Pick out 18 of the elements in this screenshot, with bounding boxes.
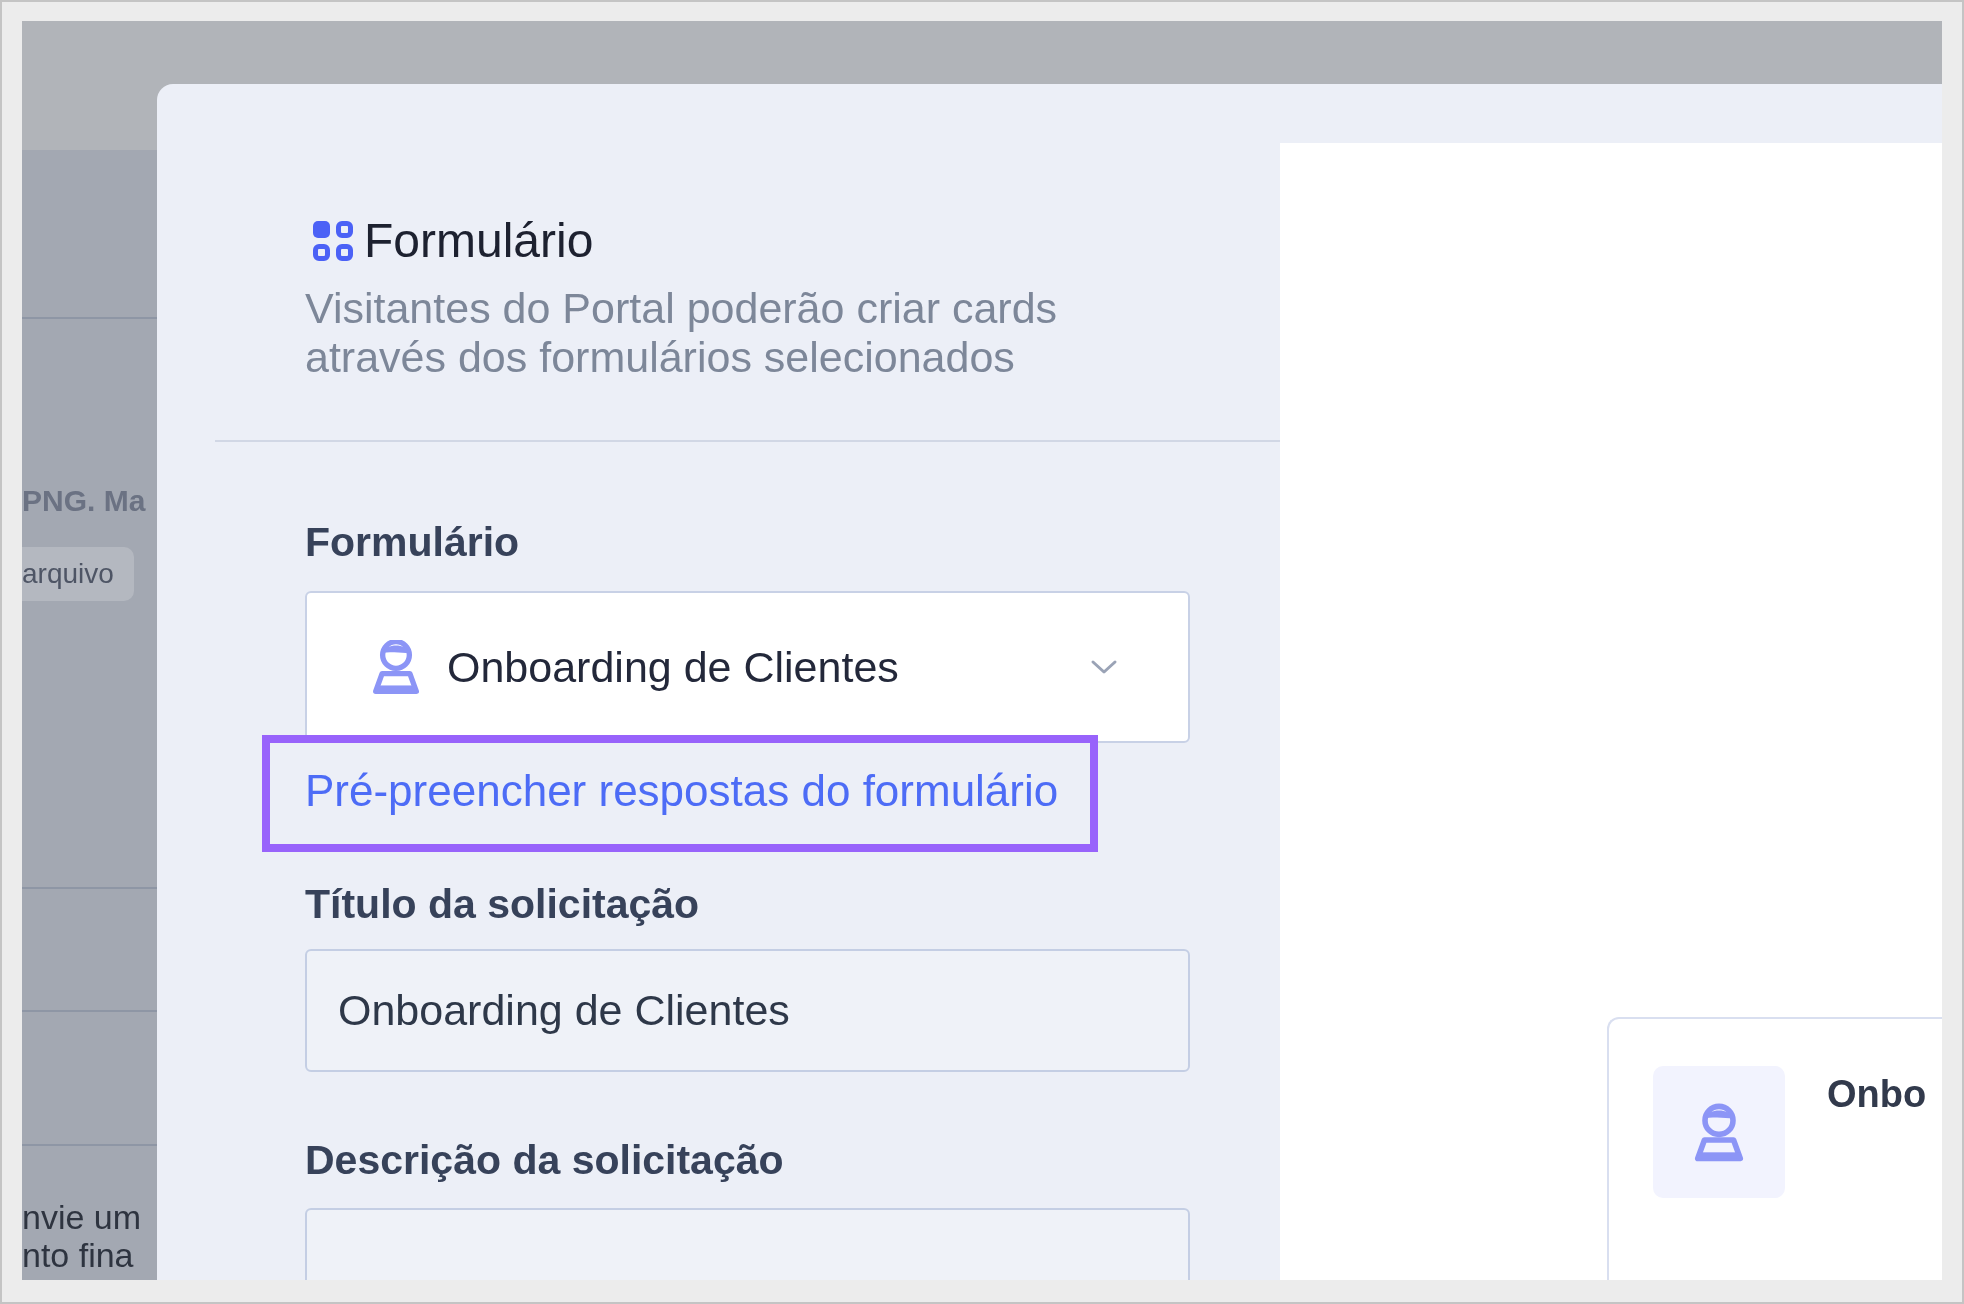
card-title: Onbo <box>1827 1072 1927 1117</box>
section-title: Formulário <box>364 213 594 269</box>
prefill-answers-link[interactable]: Pré-preencher respostas do formulário <box>305 766 1059 816</box>
section-description: Visitantes do Portal poderão criar cards através dos formulários selecionados <box>305 284 1059 382</box>
upload-file-button[interactable]: arquivo <box>22 547 134 601</box>
title-input[interactable]: Onboarding de Clientes <box>305 949 1190 1072</box>
field-label: Formulário <box>305 518 520 566</box>
file-hint-text: PNG. Ma <box>22 483 146 519</box>
select-value: Onboarding de Clientes <box>447 642 899 692</box>
field-label: Título da solicitação <box>305 880 700 928</box>
grid-icon <box>313 221 353 261</box>
field-label: Descrição da solicitação <box>305 1136 784 1184</box>
form-select[interactable]: Onboarding de Clientes <box>305 591 1190 743</box>
person-icon <box>373 640 419 694</box>
note-text: nvie um <box>22 1198 142 1236</box>
note-text: nto fina <box>22 1236 134 1274</box>
person-tile-icon <box>1653 1066 1785 1198</box>
chevron-down-icon <box>1090 659 1118 675</box>
